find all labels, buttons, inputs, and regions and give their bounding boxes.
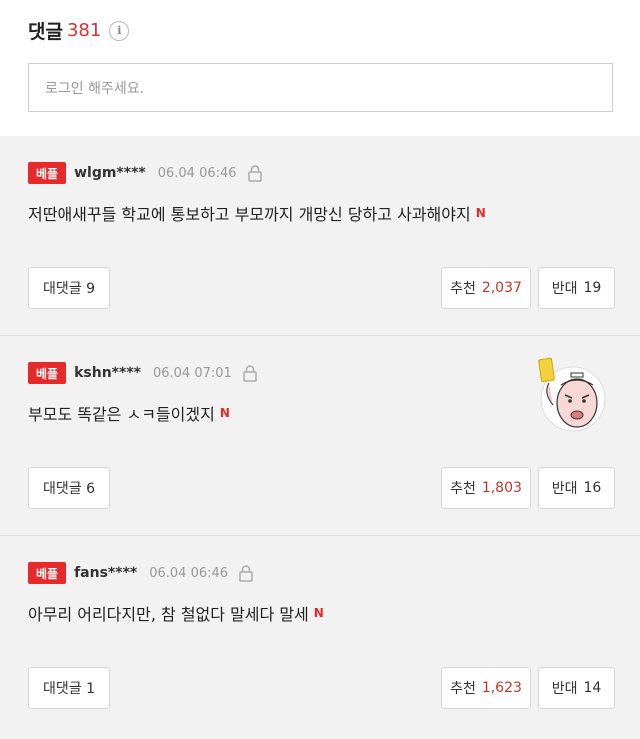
dislike-label: 반대 — [551, 481, 578, 497]
username[interactable]: kshn**** — [74, 365, 141, 381]
login-prompt-input[interactable]: 로그인 해주세요. — [28, 63, 613, 112]
comment-body: 부모도 똑같은 ㅅㅋ들이겠지 — [28, 405, 215, 424]
comments-title: 댓글 381 i — [28, 17, 130, 44]
like-label: 추천 — [450, 281, 476, 297]
lock-icon[interactable] — [238, 564, 254, 582]
username[interactable]: fans**** — [74, 565, 137, 581]
like-count: 1,623 — [481, 680, 522, 696]
reply-button[interactable]: 대댓글 6 — [28, 467, 110, 509]
comment-item: 베플 kshn**** 06.04 07:01 부모도 똑같은 ㅅㅋ들이겠지 N — [0, 336, 640, 536]
comment-meta: 베플 kshn**** 06.04 07:01 — [28, 362, 258, 384]
reply-label: 대댓글 6 — [43, 481, 95, 497]
like-count: 2,037 — [481, 280, 522, 296]
comments-header: 댓글 381 i 로그인 해주세요. — [0, 0, 640, 136]
new-badge: N — [475, 206, 486, 220]
comment-text: 아무리 어리다지만, 참 철없다 말세다 말세 N — [28, 601, 324, 625]
comment-body: 아무리 어리다지만, 참 철없다 말세다 말세 — [28, 605, 309, 624]
comment-list: 베플 wlgm**** 06.04 06:46 저딴애새꾸들 학교에 통보하고 … — [0, 136, 640, 739]
like-count: 1,803 — [481, 480, 522, 496]
comment-body: 저딴애새꾸들 학교에 통보하고 부모까지 개망신 당하고 사과해야지 — [28, 205, 471, 224]
like-label: 추천 — [450, 481, 476, 497]
comment-text: 부모도 똑같은 ㅅㅋ들이겠지 N — [28, 401, 230, 425]
like-button[interactable]: 추천 1,803 — [441, 467, 531, 509]
comment-text: 저딴애새꾸들 학교에 통보하고 부모까지 개망신 당하고 사과해야지 N — [28, 201, 486, 225]
dislike-count: 19 — [583, 280, 602, 296]
comments-title-label: 댓글 — [28, 21, 63, 43]
like-button[interactable]: 추천 2,037 — [441, 267, 531, 309]
timestamp: 06.04 06:46 — [149, 565, 229, 581]
best-badge: 베플 — [28, 162, 67, 184]
reply-button[interactable]: 대댓글 9 — [28, 267, 110, 309]
best-badge: 베플 — [28, 562, 67, 584]
comment-item: 베플 wlgm**** 06.04 06:46 저딴애새꾸들 학교에 통보하고 … — [0, 136, 640, 336]
username[interactable]: wlgm**** — [74, 165, 146, 181]
reply-label: 대댓글 1 — [43, 681, 95, 697]
comment-item: 베플 fans**** 06.04 06:46 아무리 어리다지만, 참 철없다… — [0, 536, 640, 736]
timestamp: 06.04 07:01 — [152, 365, 232, 381]
yellow-card-sticker-icon — [527, 353, 615, 433]
comment-meta: 베플 fans**** 06.04 06:46 — [28, 562, 254, 584]
timestamp: 06.04 06:46 — [157, 165, 237, 181]
lock-icon[interactable] — [247, 164, 263, 182]
like-button[interactable]: 추천 1,623 — [441, 667, 531, 709]
new-badge: N — [313, 606, 324, 620]
dislike-label: 반대 — [551, 681, 578, 697]
info-icon[interactable]: i — [109, 20, 130, 41]
comments-count: 381 — [66, 20, 102, 41]
reply-button[interactable]: 대댓글 1 — [28, 667, 110, 709]
best-badge: 베플 — [28, 362, 67, 384]
lock-icon[interactable] — [242, 364, 258, 382]
dislike-button[interactable]: 반대 16 — [538, 467, 615, 509]
dislike-count: 14 — [583, 680, 602, 696]
comment-meta: 베플 wlgm**** 06.04 06:46 — [28, 162, 263, 184]
dislike-button[interactable]: 반대 19 — [538, 267, 615, 309]
new-badge: N — [219, 406, 230, 420]
dislike-button[interactable]: 반대 14 — [538, 667, 615, 709]
login-placeholder: 로그인 해주세요. — [45, 80, 145, 97]
dislike-count: 16 — [583, 480, 602, 496]
like-label: 추천 — [450, 681, 476, 697]
dislike-label: 반대 — [551, 281, 578, 297]
reply-label: 대댓글 9 — [43, 281, 95, 297]
